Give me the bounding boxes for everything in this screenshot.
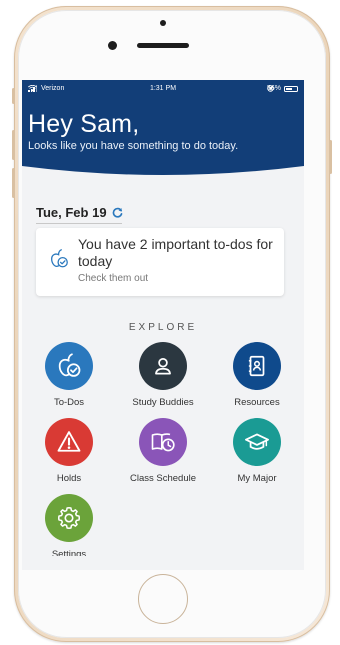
explore-item-to-dos[interactable]: To-Dos	[22, 342, 116, 408]
apple-check-icon	[51, 249, 68, 268]
app-screen: Verizon 1:31 PM 56% Hey Sam, Looks like …	[22, 80, 304, 570]
todo-card-title: You have 2 important to-dos for today	[78, 236, 273, 269]
home-button[interactable]	[138, 574, 188, 624]
date-underline	[36, 223, 122, 224]
greeting-subtitle: Looks like you have something to do toda…	[28, 140, 239, 152]
study-buddies-icon-circle	[139, 342, 187, 390]
explore-section-title: EXPLORE	[128, 322, 198, 333]
resources-label: Resources	[234, 397, 280, 408]
my-major-icon-circle	[233, 418, 281, 466]
status-time: 1:31 PM	[149, 85, 177, 92]
explore-item-holds[interactable]: Holds	[22, 418, 116, 484]
to-dos-icon-circle	[45, 342, 93, 390]
holds-label: Holds	[56, 473, 82, 484]
settings-icon-circle	[45, 494, 93, 542]
book-clock-icon	[151, 433, 175, 452]
graduation-cap-icon	[245, 433, 269, 450]
warning-icon	[57, 431, 81, 452]
person-icon	[155, 357, 171, 375]
refresh-icon[interactable]	[112, 207, 123, 218]
screen-bottom	[22, 556, 304, 570]
explore-item-my-major[interactable]: My Major	[210, 418, 304, 484]
my-major-label: My Major	[237, 473, 277, 484]
date-label: Tue, Feb 19	[36, 205, 107, 220]
gear-icon	[57, 506, 81, 530]
class-schedule-icon-circle	[139, 418, 187, 466]
status-bar: Verizon 1:31 PM 56%	[28, 85, 298, 97]
status-right: 56%	[267, 85, 298, 92]
contacts-book-icon	[248, 355, 265, 377]
study-buddies-label: Study Buddies	[132, 397, 194, 408]
date-selector[interactable]: Tue, Feb 19	[36, 205, 123, 220]
volume-down-button	[12, 168, 15, 198]
todo-card-subtitle: Check them out	[78, 273, 149, 284]
todo-card[interactable]: You have 2 important to-dos for today Ch…	[36, 228, 284, 296]
mute-switch	[12, 88, 15, 104]
resources-icon-circle	[233, 342, 281, 390]
explore-item-study-buddies[interactable]: Study Buddies	[116, 342, 210, 408]
apple-check-icon	[58, 353, 81, 377]
explore-item-class-schedule[interactable]: Class Schedule	[116, 418, 210, 484]
location-icon	[267, 85, 274, 92]
holds-icon-circle	[45, 418, 93, 466]
greeting-header: Verizon 1:31 PM 56% Hey Sam, Looks like …	[22, 80, 304, 180]
proximity-sensor	[160, 20, 166, 26]
volume-up-button	[12, 130, 15, 160]
front-camera	[108, 41, 117, 50]
explore-item-settings[interactable]: Settings	[22, 494, 116, 560]
power-button	[329, 140, 332, 174]
to-dos-label: To-Dos	[53, 397, 85, 408]
class-schedule-label: Class Schedule	[129, 473, 196, 484]
earpiece-speaker	[137, 43, 189, 48]
greeting-title: Hey Sam,	[28, 110, 140, 138]
battery-icon	[284, 85, 298, 92]
explore-item-resources[interactable]: Resources	[210, 342, 304, 408]
